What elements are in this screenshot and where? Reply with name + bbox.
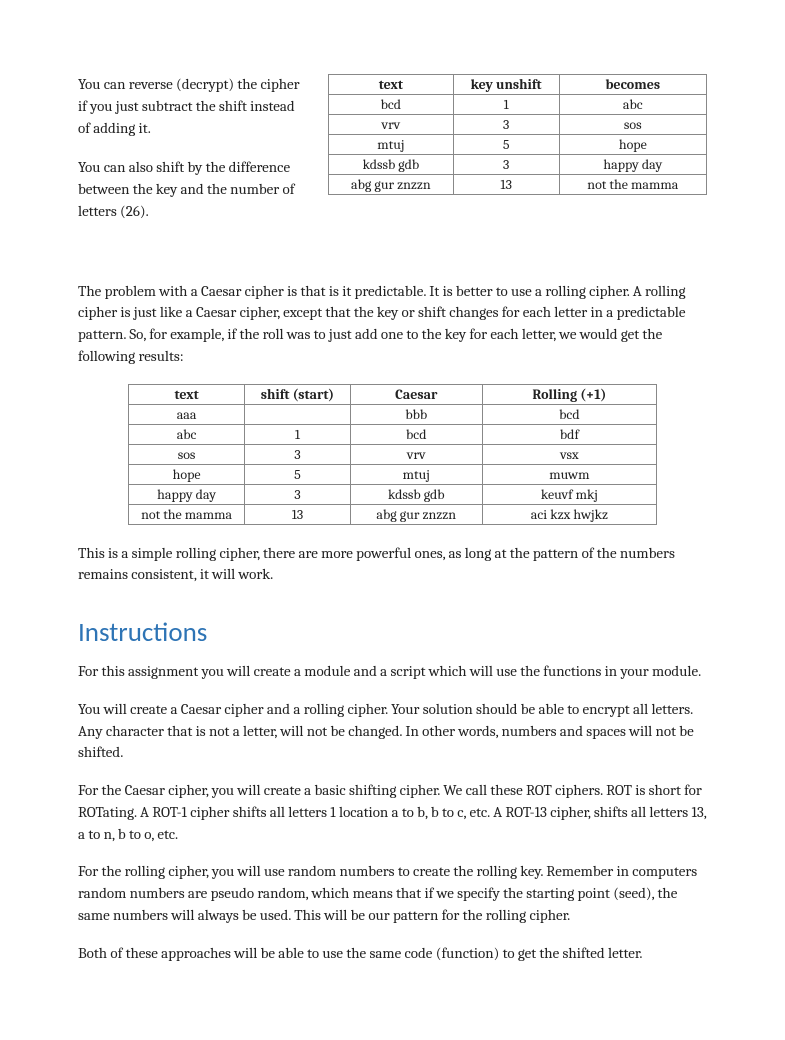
cell: not the mamma <box>559 175 706 195</box>
cell <box>245 404 351 424</box>
table-row: not the mamma 13 abg gur znzzn aci kzx h… <box>129 504 657 524</box>
cell: vsx <box>482 444 656 464</box>
col-becomes: becomes <box>559 75 706 95</box>
cell: hope <box>559 135 706 155</box>
cell: 3 <box>245 444 351 464</box>
instructions-p4: For the rolling cipher, you will use ran… <box>78 861 707 926</box>
unshift-table: text key unshift becomes bcd 1 abc vrv 3… <box>328 74 707 195</box>
cell: bcd <box>329 95 454 115</box>
cell: 1 <box>245 424 351 444</box>
cell: 13 <box>453 175 559 195</box>
col-shift-start: shift (start) <box>245 384 351 404</box>
cell: 3 <box>245 484 351 504</box>
col-text: text <box>329 75 454 95</box>
cell: mtuj <box>350 464 482 484</box>
cell: vrv <box>329 115 454 135</box>
cell: bbb <box>350 404 482 424</box>
cell: mtuj <box>329 135 454 155</box>
cell: abc <box>129 424 245 444</box>
table1-container: text key unshift becomes bcd 1 abc vrv 3… <box>328 74 707 195</box>
document-page: You can reverse (decrypt) the cipher if … <box>0 0 785 1040</box>
cell: muwm <box>482 464 656 484</box>
table-row: bcd 1 abc <box>329 95 707 115</box>
table-row: sos 3 vrv vsx <box>129 444 657 464</box>
intro-section: You can reverse (decrypt) the cipher if … <box>78 74 707 241</box>
col-rolling: Rolling (+1) <box>482 384 656 404</box>
cell: kdssb gdb <box>350 484 482 504</box>
cell: keuvf mkj <box>482 484 656 504</box>
cell: bcd <box>350 424 482 444</box>
cell: sos <box>129 444 245 464</box>
cell: abg gur znzzn <box>329 175 454 195</box>
cell: 1 <box>453 95 559 115</box>
intro-text: You can reverse (decrypt) the cipher if … <box>78 74 308 241</box>
cell: abc <box>559 95 706 115</box>
mid-paragraph: The problem with a Caesar cipher is that… <box>78 281 707 368</box>
cell: abg gur znzzn <box>350 504 482 524</box>
cell: 13 <box>245 504 351 524</box>
table-header-row: text key unshift becomes <box>329 75 707 95</box>
instructions-p1: For this assignment you will create a mo… <box>78 661 707 683</box>
table-row: happy day 3 kdssb gdb keuvf mkj <box>129 484 657 504</box>
cell: kdssb gdb <box>329 155 454 175</box>
cell: bcd <box>482 404 656 424</box>
table-row: kdssb gdb 3 happy day <box>329 155 707 175</box>
cell: happy day <box>129 484 245 504</box>
table-header-row: text shift (start) Caesar Rolling (+1) <box>129 384 657 404</box>
cell: 3 <box>453 155 559 175</box>
intro-paragraph-1: You can reverse (decrypt) the cipher if … <box>78 74 308 139</box>
cell: sos <box>559 115 706 135</box>
cell: vrv <box>350 444 482 464</box>
table-row: abc 1 bcd bdf <box>129 424 657 444</box>
table-row: aaa bbb bcd <box>129 404 657 424</box>
cell: aaa <box>129 404 245 424</box>
table-row: hope 5 mtuj muwm <box>129 464 657 484</box>
cell: happy day <box>559 155 706 175</box>
cell: hope <box>129 464 245 484</box>
cell: 5 <box>453 135 559 155</box>
table2-container: text shift (start) Caesar Rolling (+1) a… <box>128 384 657 525</box>
table-row: vrv 3 sos <box>329 115 707 135</box>
intro-paragraph-2: You can also shift by the difference bet… <box>78 157 308 222</box>
table-row: mtuj 5 hope <box>329 135 707 155</box>
cell: 3 <box>453 115 559 135</box>
instructions-p3: For the Caesar cipher, you will create a… <box>78 780 707 845</box>
cell: aci kzx hwjkz <box>482 504 656 524</box>
col-key-unshift: key unshift <box>453 75 559 95</box>
instructions-p2: You will create a Caesar cipher and a ro… <box>78 699 707 764</box>
post-table-paragraph: This is a simple rolling cipher, there a… <box>78 543 707 587</box>
table-row: abg gur znzzn 13 not the mamma <box>329 175 707 195</box>
cell: 5 <box>245 464 351 484</box>
instructions-heading: Instructions <box>78 616 707 649</box>
col-caesar: Caesar <box>350 384 482 404</box>
cell: bdf <box>482 424 656 444</box>
cell: not the mamma <box>129 504 245 524</box>
col-text: text <box>129 384 245 404</box>
rolling-table: text shift (start) Caesar Rolling (+1) a… <box>128 384 657 525</box>
instructions-p5: Both of these approaches will be able to… <box>78 943 707 965</box>
